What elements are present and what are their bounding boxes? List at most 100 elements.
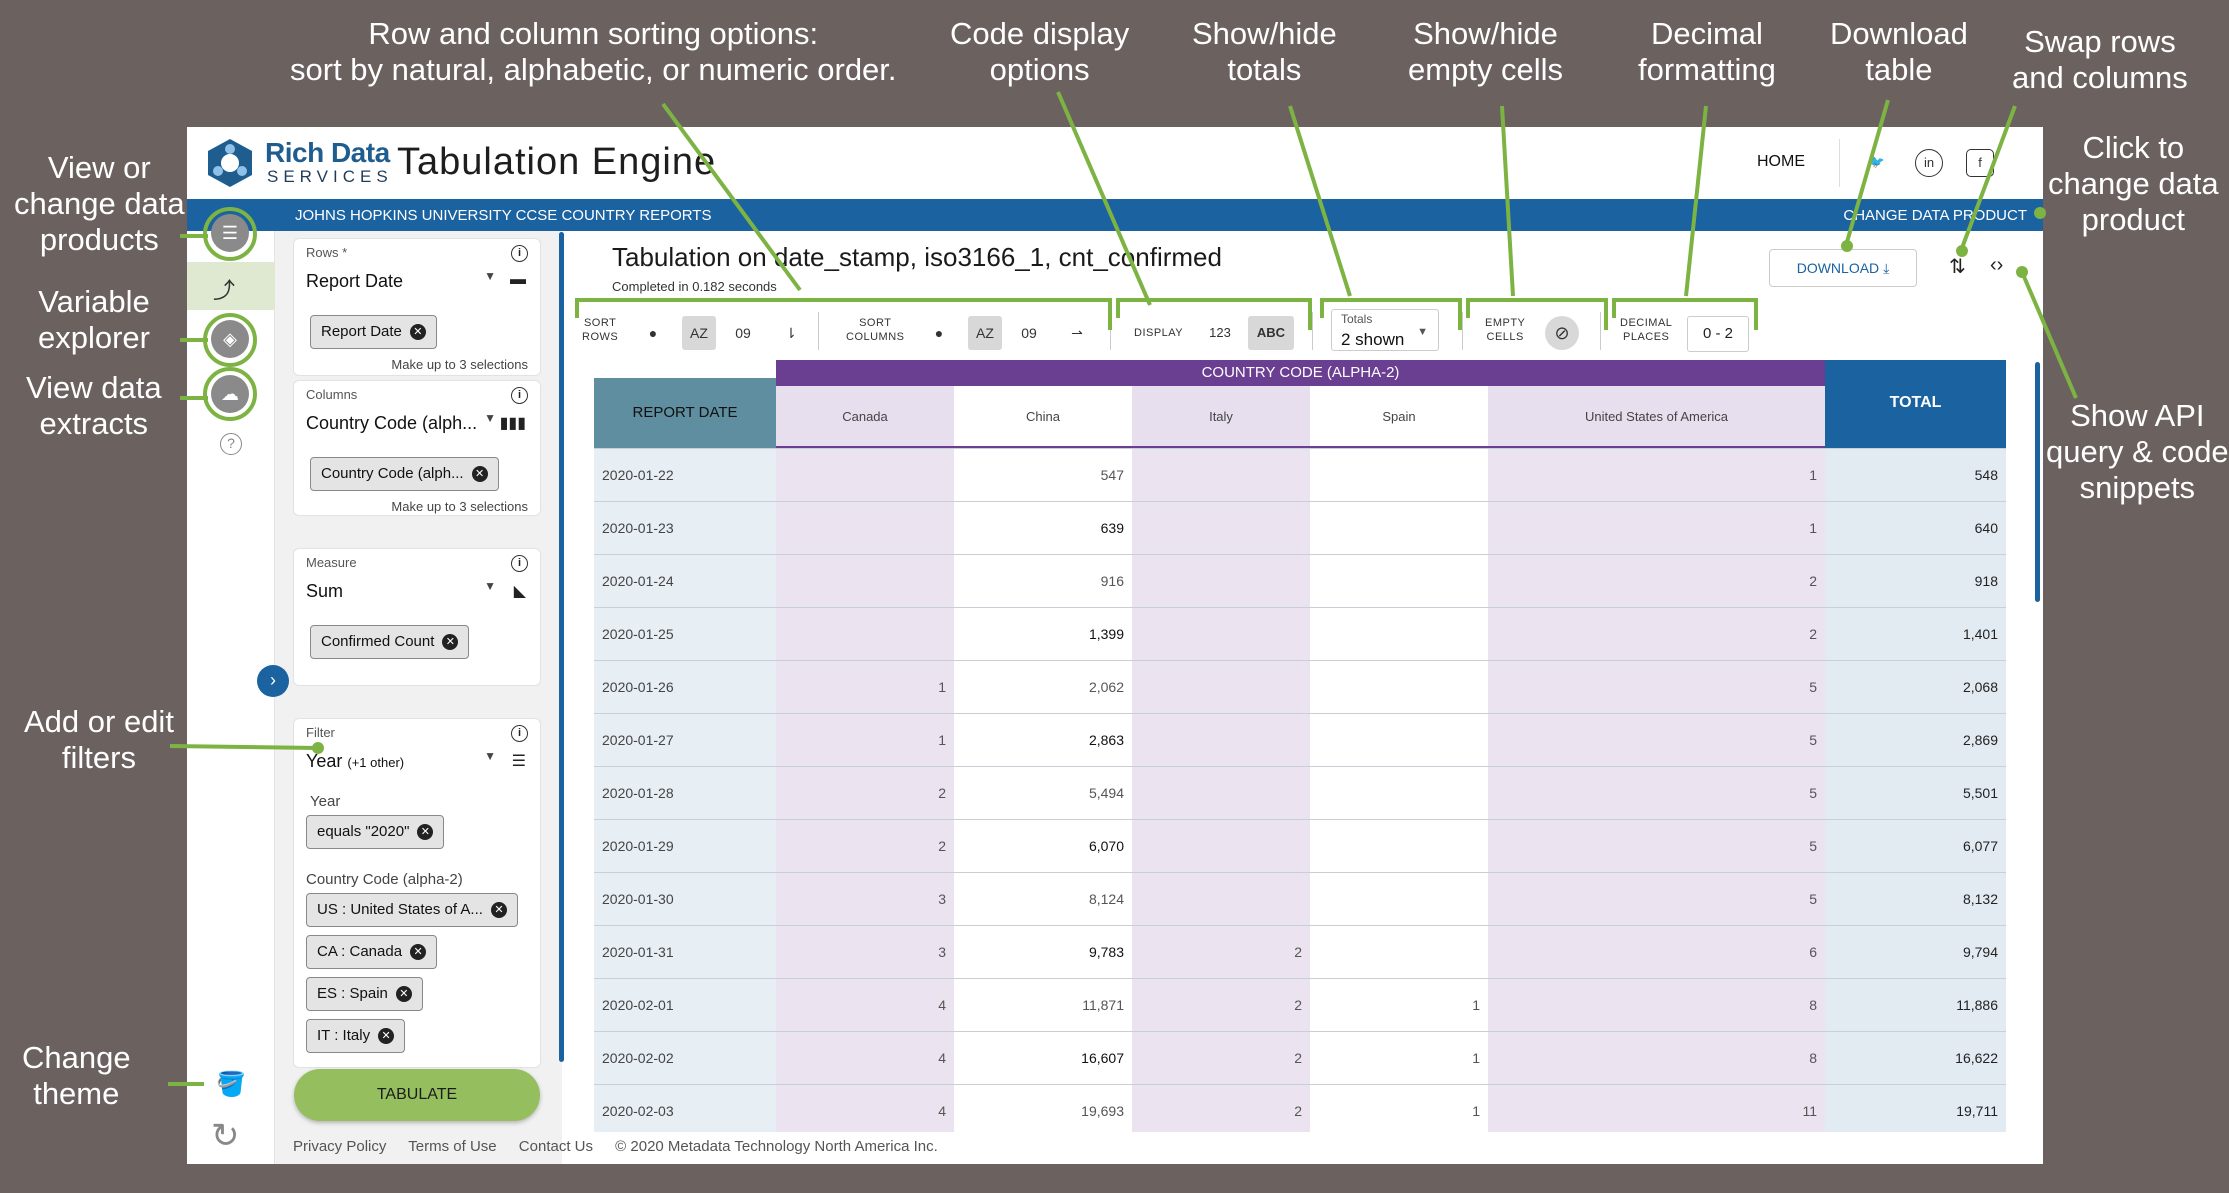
display-codes-button[interactable]: 123 <box>1200 316 1240 350</box>
close-icon[interactable]: ✕ <box>417 824 434 841</box>
privacy-link[interactable]: Privacy Policy <box>293 1138 386 1155</box>
data-products-icon[interactable]: ☰ <box>211 214 249 252</box>
logo-icon <box>208 139 252 187</box>
code-icon[interactable]: ‹› <box>1990 254 2003 277</box>
decimal-places-select[interactable]: 0 - 2 <box>1687 316 1749 352</box>
close-icon[interactable]: ✕ <box>410 944 427 961</box>
column-header-spain[interactable]: Spain <box>1310 386 1488 448</box>
facebook-icon[interactable]: f <box>1966 149 1994 177</box>
totals-select[interactable]: Totals 2 shown ▼ <box>1331 309 1439 351</box>
value-cell: 19,693 <box>954 1085 1132 1138</box>
country-chip-ca[interactable]: CA : Canada ✕ <box>306 935 438 969</box>
info-icon[interactable]: i <box>511 387 528 404</box>
expand-sidebar-button[interactable]: › <box>257 665 289 697</box>
value-cell: 1 <box>1488 449 1825 502</box>
trending-icon[interactable]: ⤴ <box>213 273 235 305</box>
chevron-down-icon[interactable]: ▼ <box>484 749 496 763</box>
terms-link[interactable]: Terms of Use <box>408 1138 496 1155</box>
total-cell: 5,501 <box>1825 767 2006 820</box>
column-header-usa[interactable]: United States of America <box>1488 386 1825 448</box>
compass-icon[interactable]: ◈ <box>211 320 249 358</box>
chevron-down-icon[interactable]: ▼ <box>484 411 496 425</box>
value-cell <box>1132 873 1310 926</box>
country-chip-es[interactable]: ES : Spain ✕ <box>306 977 423 1011</box>
annotation-download: Download table <box>1830 16 1968 87</box>
close-icon[interactable]: ✕ <box>471 466 488 483</box>
eye-off-icon[interactable]: ⊘ <box>1545 316 1579 350</box>
value-cell <box>1132 502 1310 555</box>
contact-link[interactable]: Contact Us <box>519 1138 593 1155</box>
column-header-italy[interactable]: Italy <box>1132 386 1310 448</box>
table-row: 2020-01-25 1,399 2 1,401 <box>594 607 2006 661</box>
sort-alpha-rows-icon[interactable]: AZ <box>682 316 716 350</box>
sort-numeric-rows-icon[interactable]: 09 <box>726 316 760 350</box>
total-header[interactable]: TOTAL <box>1825 360 2006 448</box>
close-icon[interactable]: ✕ <box>378 1028 395 1045</box>
twitter-icon[interactable]: 🐦 <box>1863 149 1891 177</box>
tabulate-button[interactable]: TABULATE <box>294 1069 540 1121</box>
year-filter-chip[interactable]: equals "2020" ✕ <box>306 815 445 849</box>
value-cell: 2 <box>1488 608 1825 661</box>
info-icon[interactable]: i <box>511 245 528 262</box>
country-chip-it[interactable]: IT : Italy ✕ <box>306 1019 406 1053</box>
column-header-china[interactable]: China <box>954 386 1132 448</box>
column-header-canada[interactable]: Canada <box>776 386 954 448</box>
change-data-product-link[interactable]: CHANGE DATA PRODUCT <box>1843 207 2027 224</box>
annotation-sorting: Row and column sorting options: sort by n… <box>290 16 897 87</box>
sidebar-scrollbar[interactable] <box>559 232 564 1062</box>
close-icon[interactable]: ✕ <box>395 986 412 1003</box>
left-rail <box>187 231 275 1164</box>
rows-chip[interactable]: Report Date ✕ <box>310 315 437 349</box>
total-cell: 11,886 <box>1825 979 2006 1032</box>
home-link[interactable]: HOME <box>1757 153 1805 171</box>
value-cell <box>1310 926 1488 979</box>
linkedin-icon[interactable]: in <box>1915 149 1943 177</box>
value-cell: 5 <box>1488 820 1825 873</box>
logo-subtext: SERVICES <box>267 167 393 186</box>
measure-label: Measure <box>306 555 357 570</box>
close-icon[interactable]: ✕ <box>490 902 507 919</box>
country-chip-us[interactable]: US : United States of A... ✕ <box>306 893 518 927</box>
close-icon[interactable]: ✕ <box>409 324 426 341</box>
chevron-down-icon[interactable]: ▼ <box>484 269 496 283</box>
total-cell: 9,794 <box>1825 926 2006 979</box>
measure-panel[interactable]: Measure i Sum ▼ ◣ Confirmed Count ✕ <box>293 548 541 686</box>
close-icon[interactable]: ✕ <box>442 634 459 651</box>
toolbar-divider <box>1600 312 1601 350</box>
sort-alpha-columns-icon[interactable]: AZ <box>968 316 1002 350</box>
value-cell <box>1310 555 1488 608</box>
help-icon[interactable]: ? <box>220 433 242 455</box>
columns-chip[interactable]: Country Code (alph... ✕ <box>310 457 499 491</box>
swap-icon[interactable]: ⇅ <box>1949 254 1966 279</box>
value-cell: 11,871 <box>954 979 1132 1032</box>
display-labels-button[interactable]: ABC <box>1248 316 1294 350</box>
sort-direction-columns-icon[interactable]: ⇀ <box>1060 316 1094 350</box>
chevron-down-icon[interactable]: ▼ <box>484 579 496 593</box>
columns-panel[interactable]: Columns i Country Code (alph... ▼ ▮▮▮ Co… <box>293 380 541 516</box>
table-scrollbar[interactable] <box>2035 362 2040 602</box>
info-icon[interactable]: i <box>511 725 528 742</box>
rows-select[interactable]: Report Date <box>306 271 403 292</box>
sort-direction-rows-icon[interactable]: ⇂ <box>774 316 808 350</box>
table-row: 2020-01-24 916 2 918 <box>594 554 2006 608</box>
download-button[interactable]: DOWNLOAD ⤓ <box>1769 249 1917 287</box>
info-icon[interactable]: i <box>511 555 528 572</box>
rows-panel[interactable]: Rows * i Report Date ▼ ▬ Report Date ✕ Ma… <box>293 238 541 376</box>
paint-bucket-icon[interactable]: 🪣 <box>216 1070 246 1099</box>
sort-columns-label: SORT COLUMNS <box>846 317 905 343</box>
total-cell: 16,622 <box>1825 1032 2006 1085</box>
measure-select[interactable]: Sum <box>306 581 343 602</box>
sort-natural-columns-icon[interactable]: ● <box>922 316 956 350</box>
columns-select[interactable]: Country Code (alph... <box>306 413 477 434</box>
chip-label: Country Code (alph... <box>321 465 464 482</box>
measure-chip[interactable]: Confirmed Count ✕ <box>310 625 470 659</box>
filter-panel[interactable]: Filter i Year (+1 other) ▼ ☰ Year equals… <box>293 718 541 1068</box>
cloud-download-icon[interactable]: ☁ <box>211 375 249 413</box>
chip-label: Report Date <box>321 323 402 340</box>
sort-natural-rows-icon[interactable]: ● <box>636 316 670 350</box>
row-header[interactable]: REPORT DATE <box>594 378 776 448</box>
refresh-icon[interactable]: ↻ <box>211 1116 240 1156</box>
filter-select[interactable]: Year (+1 other) <box>306 751 404 772</box>
sort-numeric-columns-icon[interactable]: 09 <box>1012 316 1046 350</box>
table-row: 2020-02-03 4 19,693 2 1 11 19,711 <box>594 1084 2006 1138</box>
